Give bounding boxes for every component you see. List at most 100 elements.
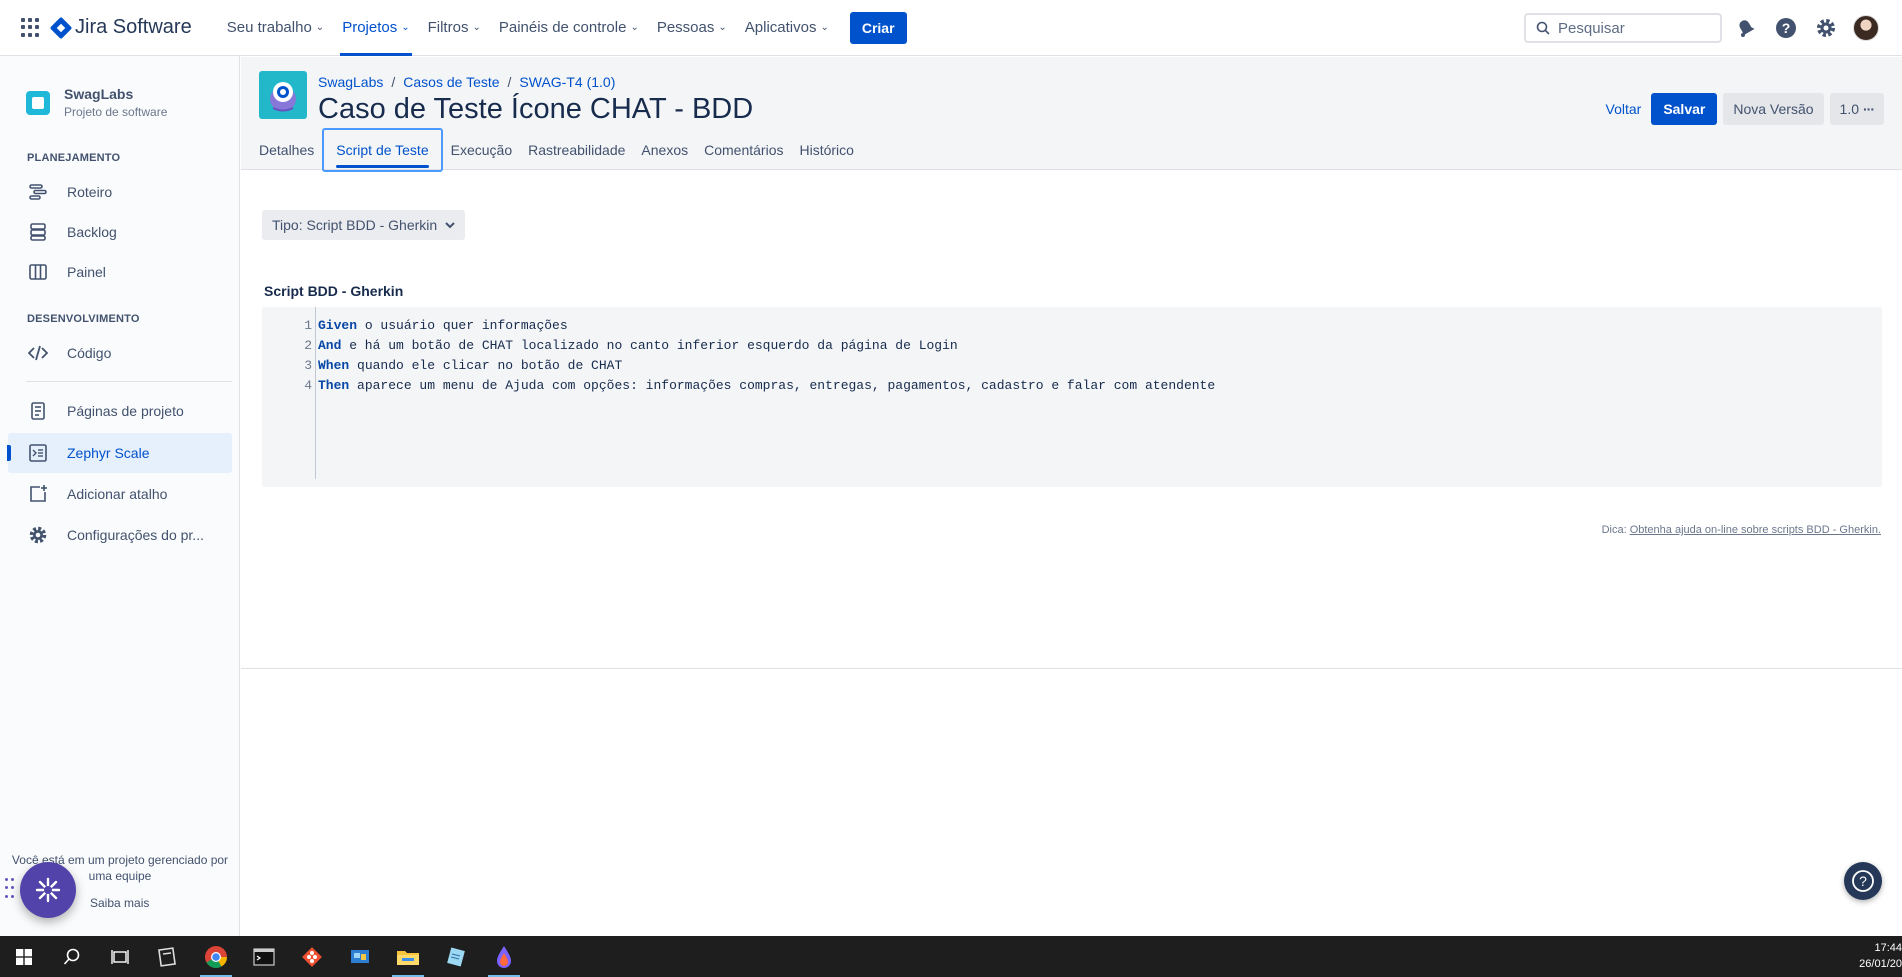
sidebar-item-project-pages[interactable]: Páginas de projeto xyxy=(8,391,232,431)
test-case-header: SwagLabs / Casos de Teste / SWAG-T4 (1.0… xyxy=(241,57,1902,172)
code-icon xyxy=(27,342,49,364)
tab-comments[interactable]: Comentários xyxy=(696,130,791,170)
script-section-title: Script BDD - Gherkin xyxy=(264,283,404,299)
svg-text:?: ? xyxy=(1782,20,1791,36)
app-icon-file-explorer[interactable] xyxy=(384,936,432,977)
line-number: 1 xyxy=(304,317,312,333)
sidebar-item-add-shortcut[interactable]: Adicionar atalho xyxy=(8,474,232,514)
breadcrumb-project[interactable]: SwagLabs xyxy=(318,74,383,90)
svg-text:?: ? xyxy=(1859,873,1867,889)
app-icon-notes[interactable] xyxy=(144,936,192,977)
project-name: SwagLabs xyxy=(64,86,134,102)
nav-item-projects[interactable]: Projetos ⌄ xyxy=(333,0,418,56)
task-view-icon[interactable] xyxy=(96,936,144,977)
chevron-down-icon: ⌄ xyxy=(315,22,325,33)
settings-gear-icon[interactable] xyxy=(1812,14,1840,42)
tab-attachments[interactable]: Anexos xyxy=(633,130,696,170)
clock-date: 26/01/20 xyxy=(1859,958,1902,970)
sidebar-item-code[interactable]: Código xyxy=(8,333,232,373)
version-label: 1.0 xyxy=(1839,101,1859,117)
project-header[interactable]: SwagLabs Projeto de software xyxy=(26,86,167,119)
jira-logo[interactable]: Jira Software xyxy=(49,16,192,39)
step-text: aparece um menu de Ajuda com opções: inf… xyxy=(349,377,1216,393)
windows-taskbar: 17:44 26/01/20 xyxy=(0,936,1902,977)
sidebar-item-label: Adicionar atalho xyxy=(67,486,168,502)
chevron-down-icon: ⌄ xyxy=(820,22,829,33)
user-avatar[interactable] xyxy=(1852,14,1880,42)
save-button[interactable]: Salvar xyxy=(1651,93,1718,125)
jira-logo-icon xyxy=(49,16,73,39)
notifications-bell-icon[interactable] xyxy=(1732,14,1760,42)
sidebar-item-label: Código xyxy=(67,345,112,361)
drag-handle-icon[interactable] xyxy=(5,878,15,900)
sidebar-item-backlog[interactable]: Backlog xyxy=(8,212,232,252)
breadcrumb-test-case-key[interactable]: SWAG-T4 (1.0) xyxy=(519,74,615,90)
project-type: Projeto de software xyxy=(64,105,168,119)
gherkin-keyword: When xyxy=(318,357,350,373)
version-menu-button[interactable]: 1.0 ··· xyxy=(1829,93,1884,125)
app-icon-paint-drop[interactable] xyxy=(480,936,528,977)
nav-item-label: Filtros xyxy=(427,19,469,36)
search-input[interactable] xyxy=(1558,19,1708,37)
nav-item-label: Projetos xyxy=(342,19,398,36)
search-box[interactable] xyxy=(1524,13,1722,43)
taskbar-clock[interactable]: 17:44 26/01/20 xyxy=(1854,940,1902,972)
clock-time: 17:44 xyxy=(1874,942,1902,954)
help-float-button[interactable]: ? xyxy=(1844,862,1882,900)
nav-item-people[interactable]: Pessoas ⌄ xyxy=(648,0,736,56)
sidebar-item-label: Zephyr Scale xyxy=(67,445,150,461)
sidebar: SwagLabs Projeto de software PLANEJAMENT… xyxy=(0,56,240,936)
code-line: 1 Given o usuário quer informações xyxy=(262,315,1215,335)
script-type-select[interactable]: Tipo: Script BDD - Gherkin xyxy=(262,210,466,240)
nav-item-label: Pessoas xyxy=(656,19,715,36)
learn-more-link[interactable]: Saiba mais xyxy=(90,896,149,910)
tab-test-script[interactable]: Script de Teste xyxy=(322,128,443,172)
back-button[interactable]: Voltar xyxy=(1598,101,1650,117)
gherkin-keyword: Given xyxy=(318,317,358,333)
bdd-help-link[interactable]: Obtenha ajuda on-line sobre scripts BDD … xyxy=(1630,524,1881,536)
test-script-panel: Tipo: Script BDD - Gherkin Script BDD - … xyxy=(241,171,1902,669)
code-lines: 1 Given o usuário quer informações 2 And e… xyxy=(262,315,1215,395)
windows-start-icon[interactable] xyxy=(0,936,48,977)
sidebar-item-roadmap[interactable]: Roteiro xyxy=(8,172,232,212)
nav-item-label: Painéis de controle xyxy=(498,19,627,36)
tab-details[interactable]: Detalhes xyxy=(251,130,322,170)
breadcrumb-separator: / xyxy=(507,74,512,90)
app-icon-terminal[interactable] xyxy=(240,936,288,977)
sidebar-item-zephyr-scale[interactable]: Zephyr Scale xyxy=(7,433,232,473)
assistant-float-button[interactable] xyxy=(20,862,76,918)
tab-history[interactable]: Histórico xyxy=(791,130,861,170)
breadcrumb-test-cases[interactable]: Casos de Teste xyxy=(403,74,499,90)
sidebar-item-label: Roteiro xyxy=(67,184,113,200)
help-hint: Dica: Obtenha ajuda on-line sobre script… xyxy=(1602,524,1881,536)
taskbar-search-icon[interactable] xyxy=(48,936,96,977)
breadcrumb: SwagLabs / Casos de Teste / SWAG-T4 (1.0… xyxy=(318,74,615,90)
app-icon-control-panel[interactable] xyxy=(336,936,384,977)
sidebar-item-label: Painel xyxy=(67,264,106,280)
sidebar-item-project-settings[interactable]: Configurações do pr... xyxy=(8,515,232,555)
nav-item-your-work[interactable]: Seu trabalho ⌄ xyxy=(218,0,333,56)
sidebar-divider xyxy=(26,381,232,382)
nav-item-filters[interactable]: Filtros ⌄ xyxy=(419,0,490,56)
tab-traceability[interactable]: Rastreabilidade xyxy=(520,130,633,170)
help-icon[interactable]: ? xyxy=(1772,14,1800,42)
app-switcher-icon[interactable] xyxy=(21,17,41,38)
line-number: 2 xyxy=(304,337,312,353)
sidebar-item-label: Configurações do pr... xyxy=(67,527,204,543)
chevron-down-icon: ⌄ xyxy=(472,22,481,33)
breadcrumb-separator: / xyxy=(391,74,396,90)
app-icon-notepad[interactable] xyxy=(432,936,480,977)
new-version-button[interactable]: Nova Versão xyxy=(1723,93,1824,125)
tab-execution[interactable]: Execução xyxy=(443,130,520,170)
sidebar-item-board[interactable]: Painel xyxy=(8,252,232,292)
chevron-down-icon xyxy=(445,222,455,229)
nav-item-dashboards[interactable]: Painéis de controle ⌄ xyxy=(490,0,648,56)
gherkin-code-editor[interactable]: 1 Given o usuário quer informações 2 And e… xyxy=(262,307,1882,487)
app-icon-git[interactable] xyxy=(288,936,336,977)
project-avatar-icon xyxy=(26,90,50,115)
nav-item-apps[interactable]: Aplicativos ⌄ xyxy=(736,0,838,56)
page-icon xyxy=(27,400,49,422)
create-button[interactable]: Criar xyxy=(849,11,907,44)
app-icon-chrome[interactable] xyxy=(192,936,240,977)
tab-bar: Detalhes Script de Teste Execução Rastre… xyxy=(251,128,862,172)
